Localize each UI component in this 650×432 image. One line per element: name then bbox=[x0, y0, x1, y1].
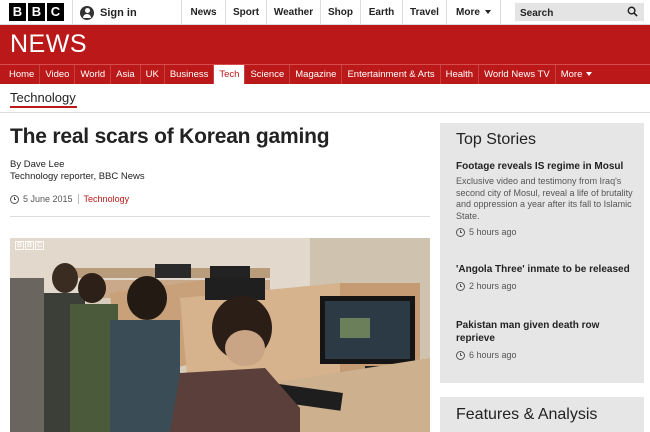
top-story-title[interactable]: Pakistan man given death row reprieve bbox=[456, 319, 636, 345]
bbc-watermark: B B C bbox=[15, 241, 44, 250]
bbc-logo-letter: C bbox=[47, 3, 64, 21]
top-nav-earth[interactable]: Earth bbox=[360, 0, 402, 25]
top-nav-sport[interactable]: Sport bbox=[225, 0, 266, 25]
top-story-item[interactable]: Footage reveals IS regime in Mosul Exclu… bbox=[456, 160, 636, 237]
top-story-time-label: 5 hours ago bbox=[469, 227, 517, 237]
top-stories-title: Top Stories bbox=[456, 131, 537, 148]
user-icon bbox=[80, 5, 94, 20]
signin-label: Sign in bbox=[100, 6, 137, 19]
clock-icon bbox=[456, 350, 465, 360]
section-nav-magazine[interactable]: Magazine bbox=[290, 65, 343, 84]
search-box bbox=[515, 3, 644, 23]
gaming-cafe-photo bbox=[10, 238, 430, 432]
chevron-down-icon bbox=[484, 10, 491, 15]
top-nav-more-label: More bbox=[456, 7, 480, 18]
divider bbox=[72, 0, 73, 25]
top-story-time-label: 6 hours ago bbox=[469, 350, 517, 360]
top-story-time: 2 hours ago bbox=[456, 281, 636, 291]
article-tag-link[interactable]: Technology bbox=[84, 194, 130, 204]
section-nav-entertainment[interactable]: Entertainment & Arts bbox=[342, 65, 441, 84]
news-banner: NEWS bbox=[0, 25, 650, 64]
top-stories-panel: Top Stories Footage reveals IS regime in… bbox=[440, 123, 644, 383]
article-author: By Dave Lee bbox=[10, 159, 65, 170]
chevron-down-icon bbox=[586, 72, 593, 77]
bbc-logo-letter: B bbox=[9, 3, 26, 21]
section-nav-video[interactable]: Video bbox=[40, 65, 76, 84]
features-analysis-title: Features & Analysis bbox=[456, 406, 598, 423]
top-story-item[interactable]: Pakistan man given death row reprieve 6 … bbox=[456, 319, 636, 360]
section-nav-more[interactable]: More bbox=[556, 65, 598, 84]
search-icon[interactable] bbox=[627, 6, 638, 17]
news-logo[interactable]: NEWS bbox=[10, 30, 87, 59]
section-nav-science[interactable]: Science bbox=[245, 65, 291, 84]
signin-link[interactable]: Sign in bbox=[80, 0, 137, 25]
bbc-logo[interactable]: B B C bbox=[9, 3, 64, 21]
top-story-time: 5 hours ago bbox=[456, 227, 636, 237]
top-story-summary: Exclusive video and testimony from Iraq'… bbox=[456, 176, 633, 221]
top-nav-news[interactable]: News bbox=[181, 0, 225, 25]
section-nav-world-news-tv[interactable]: World News TV bbox=[479, 65, 556, 84]
article-meta: 5 June 2015 Technology bbox=[10, 194, 129, 204]
article-headline: The real scars of Korean gaming bbox=[10, 125, 330, 148]
bbc-watermark-letter: B bbox=[25, 241, 34, 250]
bbc-logo-letter: B bbox=[28, 3, 45, 21]
divider bbox=[10, 216, 430, 217]
section-nav: Home Video World Asia UK Business Tech S… bbox=[0, 64, 650, 84]
section-nav-business[interactable]: Business bbox=[165, 65, 215, 84]
features-analysis-panel: Features & Analysis bbox=[440, 397, 644, 432]
top-nav: News Sport Weather Shop Earth Travel Mor… bbox=[181, 0, 501, 25]
top-story-time: 6 hours ago bbox=[456, 350, 636, 360]
top-nav-weather[interactable]: Weather bbox=[266, 0, 320, 25]
section-nav-uk[interactable]: UK bbox=[141, 65, 165, 84]
article-author-role: Technology reporter, BBC News bbox=[10, 171, 145, 182]
divider bbox=[0, 112, 650, 113]
section-title[interactable]: Technology bbox=[10, 90, 76, 105]
section-nav-health[interactable]: Health bbox=[441, 65, 480, 84]
search-input[interactable] bbox=[515, 4, 625, 23]
section-nav-more-label: More bbox=[560, 69, 583, 80]
section-nav-tech[interactable]: Tech bbox=[214, 65, 246, 84]
section-nav-world[interactable]: World bbox=[75, 65, 112, 84]
section-nav-asia[interactable]: Asia bbox=[111, 65, 141, 84]
top-story-title[interactable]: 'Angola Three' inmate to be released bbox=[456, 263, 636, 276]
divider bbox=[77, 194, 79, 204]
clock-icon bbox=[10, 194, 19, 204]
bbc-watermark-letter: B bbox=[15, 241, 24, 250]
clock-icon bbox=[456, 227, 465, 237]
top-nav-more[interactable]: More bbox=[446, 0, 501, 25]
article-date: 5 June 2015 bbox=[23, 194, 73, 204]
top-nav-travel[interactable]: Travel bbox=[402, 0, 446, 25]
clock-icon bbox=[456, 281, 465, 291]
section-title-underline bbox=[10, 106, 77, 108]
top-nav-shop[interactable]: Shop bbox=[320, 0, 360, 25]
article-image: B B C bbox=[10, 238, 430, 432]
top-story-title[interactable]: Footage reveals IS regime in Mosul bbox=[456, 160, 636, 173]
section-nav-home[interactable]: Home bbox=[0, 65, 41, 84]
top-story-item[interactable]: 'Angola Three' inmate to be released 2 h… bbox=[456, 263, 636, 291]
top-story-time-label: 2 hours ago bbox=[469, 281, 517, 291]
bbc-masthead: B B C Sign in News Sport Weather Shop Ea… bbox=[0, 0, 650, 25]
bbc-watermark-letter: C bbox=[35, 241, 44, 250]
